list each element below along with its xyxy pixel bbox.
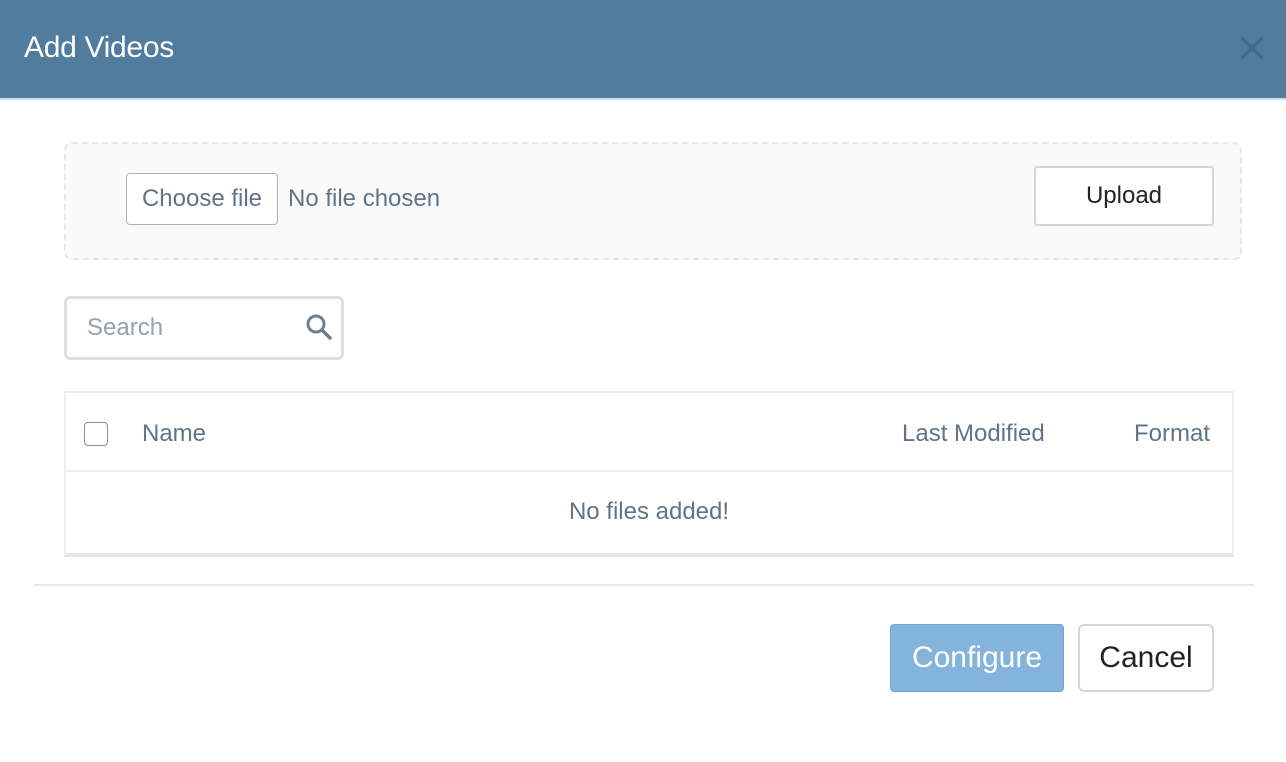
configure-button[interactable]: Configure [890, 624, 1064, 692]
search-box [64, 296, 344, 360]
dialog-title: Add Videos [24, 31, 174, 64]
column-header-format[interactable]: Format [1134, 420, 1210, 448]
dialog-header: Add Videos [0, 0, 1286, 100]
table-header: Name Last Modified Format [66, 393, 1232, 472]
upload-button[interactable]: Upload [1034, 166, 1214, 226]
empty-table-message: No files added! [568, 498, 730, 525]
file-status-text: No file chosen [288, 185, 441, 212]
cancel-button[interactable]: Cancel [1078, 624, 1214, 692]
search-input[interactable] [87, 311, 287, 345]
footer-divider [34, 584, 1254, 586]
close-button[interactable] [1236, 32, 1268, 64]
add-videos-dialog: Add Videos Choose file No file chosen Up… [0, 0, 1286, 762]
select-all-checkbox[interactable] [84, 422, 108, 446]
search-icon[interactable] [305, 313, 333, 341]
choose-file-button[interactable]: Choose file [126, 173, 278, 225]
close-icon [1241, 37, 1263, 59]
column-header-last-modified[interactable]: Last Modified [902, 420, 1045, 448]
column-header-name[interactable]: Name [142, 420, 206, 448]
files-table: Name Last Modified Format No files added… [64, 391, 1234, 557]
